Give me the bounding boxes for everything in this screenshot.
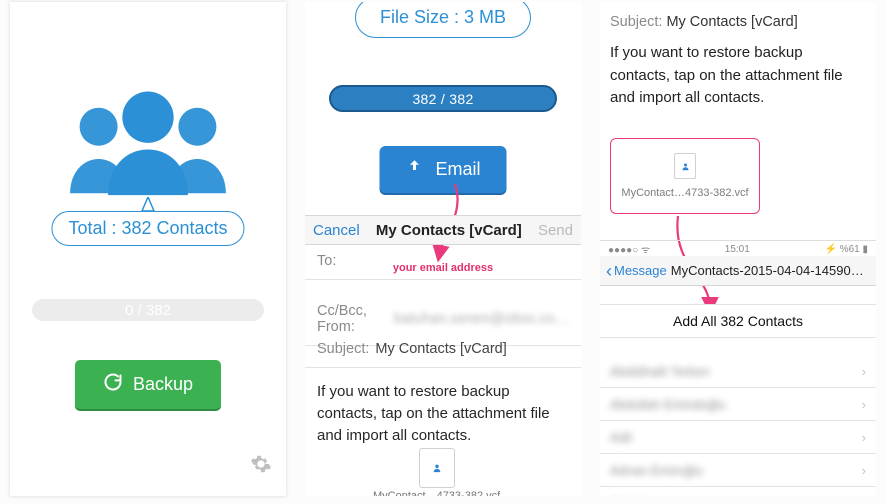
subject-label: Subject:	[317, 341, 369, 357]
export-progress-pill: 382 / 382	[329, 85, 557, 112]
add-all-contacts-button[interactable]: Add All 382 Contacts	[600, 304, 876, 338]
email-button-label: Email	[435, 159, 480, 180]
attachment-name: MyContact…4733-382.vcf	[373, 490, 500, 496]
backup-button-label: Backup	[133, 374, 193, 395]
refresh-icon	[103, 372, 123, 397]
chevron-right-icon: ›	[862, 397, 866, 412]
email-button[interactable]: Email	[379, 146, 506, 193]
subject-value: My Contacts [vCard]	[666, 14, 797, 30]
compose-title: My Contacts [vCard]	[376, 222, 522, 239]
to-label: To:	[317, 253, 336, 269]
chevron-right-icon: ›	[862, 364, 866, 379]
upload-icon	[405, 158, 423, 181]
nav-title: MyContacts-2015-04-04-145903-382	[671, 263, 870, 278]
status-bar: ●●●●○ ᯤ 15:01 ⚡ %61 ▮	[600, 240, 876, 257]
contact-row[interactable]: Abdülhalit Terken›	[600, 355, 876, 388]
status-time: 15:01	[725, 244, 750, 255]
cancel-button[interactable]: Cancel	[313, 222, 360, 239]
settings-gear-icon[interactable]	[250, 453, 272, 478]
attachment-highlight[interactable]: MyContact…4733-382.vcf	[610, 138, 760, 214]
contact-row[interactable]: Adil›	[600, 421, 876, 454]
backup-button[interactable]: Backup	[75, 360, 221, 409]
vcard-file-icon	[419, 448, 455, 488]
email-body: If you want to restore backup contacts, …	[610, 42, 866, 110]
chevron-right-icon: ›	[862, 496, 866, 497]
contact-row[interactable]: Adnan Emiroğlu›	[600, 454, 876, 487]
status-battery: ⚡ %61 ▮	[824, 244, 868, 255]
total-contacts-badge: Total : 382 Contacts	[51, 211, 244, 246]
email-body[interactable]: If you want to restore backup contacts, …	[305, 371, 581, 456]
backup-progress: 0 / 382	[32, 299, 264, 321]
contacts-logo	[10, 80, 286, 200]
subject-label: Subject:	[610, 14, 662, 30]
backup-app-screen: Total : 382 Contacts 0 / 382 Backup	[10, 2, 286, 496]
signal-icon: ●●●●○ ᯤ	[608, 242, 650, 256]
back-button[interactable]: Message	[614, 263, 667, 278]
subject-value: My Contacts [vCard]	[375, 341, 506, 357]
subject-field[interactable]: Subject: My Contacts [vCard]	[305, 331, 581, 368]
annotation-your-email: your email address	[393, 262, 493, 274]
cc-value: batuhan.senen@obss.co…	[394, 311, 569, 327]
attachment[interactable]: MyContact…4733-382.vcf	[373, 448, 500, 496]
email-screen: File Size : 3 MB 382 / 382 Email Cancel …	[305, 2, 581, 496]
import-screen: Subject: My Contacts [vCard] If you want…	[600, 2, 876, 496]
vcard-file-icon	[674, 153, 696, 179]
chevron-right-icon: ›	[862, 430, 866, 445]
send-button[interactable]: Send	[538, 222, 573, 239]
chevron-right-icon: ›	[862, 463, 866, 478]
subject-row: Subject: My Contacts [vCard]	[600, 10, 876, 34]
contact-row[interactable]: Ahmet›	[600, 487, 876, 496]
attachment-name: MyContact…4733-382.vcf	[621, 187, 748, 199]
file-size-badge: File Size : 3 MB	[355, 2, 531, 38]
nav-bar: ‹ Message MyContacts-2015-04-04-145903-3…	[600, 256, 876, 286]
contact-row[interactable]: Abdullah Emiraloğlu›	[600, 388, 876, 421]
compose-header: Cancel My Contacts [vCard] Send	[305, 215, 581, 245]
